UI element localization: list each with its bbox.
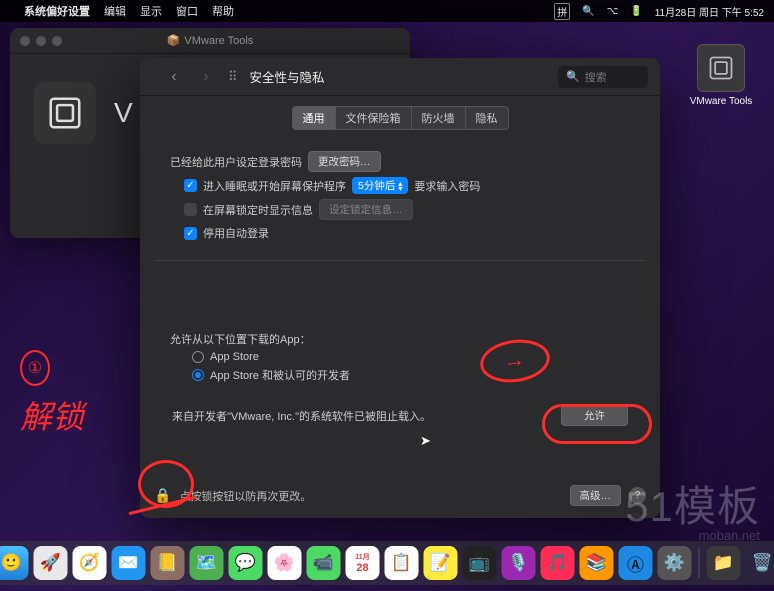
radio-appstore-label: App Store bbox=[210, 351, 259, 363]
dock-music[interactable]: 🎵 bbox=[541, 546, 575, 580]
change-password-button[interactable]: 更改密码… bbox=[308, 151, 381, 172]
watermark: 51模板 moban.net bbox=[625, 473, 760, 543]
dock-safari[interactable]: 🧭 bbox=[73, 546, 107, 580]
dock-books[interactable]: 📚 bbox=[580, 546, 614, 580]
system-preferences-window: ‹ › ⠿ 安全性与隐私 🔍 搜索 通用 文件保险箱 防火墙 隐私 已经给此用户… bbox=[140, 58, 660, 518]
menubar-item[interactable]: 显示 bbox=[140, 3, 162, 19]
annotation-text: 解锁 bbox=[20, 392, 84, 438]
dock-downloads[interactable]: 📁 bbox=[707, 546, 741, 580]
dock-trash[interactable]: 🗑️ bbox=[746, 546, 774, 580]
annotation-unlock: ① 解锁 bbox=[20, 350, 84, 438]
dock-launchpad[interactable]: 🚀 bbox=[34, 546, 68, 580]
tab-privacy[interactable]: 隐私 bbox=[466, 106, 509, 130]
dock-separator bbox=[699, 548, 700, 578]
dock-calendar[interactable]: 11月28 bbox=[346, 546, 380, 580]
advanced-button[interactable]: 高级… bbox=[570, 485, 622, 506]
show-all-button[interactable]: ⠿ bbox=[228, 69, 238, 85]
search-field[interactable]: 🔍 搜索 bbox=[558, 66, 648, 88]
allow-apps-title: 允许从以下位置下载的App： bbox=[170, 331, 630, 347]
tab-firewall[interactable]: 防火墙 bbox=[412, 106, 466, 130]
tab-filevault[interactable]: 文件保险箱 bbox=[336, 106, 412, 130]
set-lock-message-button: 设定锁定信息… bbox=[319, 199, 413, 220]
login-password-section: 已经给此用户设定登录密码 更改密码… ✓ 进入睡眠或开始屏幕保护程序 5分钟后 … bbox=[140, 136, 660, 260]
menubar-item[interactable]: 窗口 bbox=[176, 3, 198, 19]
tab-bar: 通用 文件保险箱 防火墙 隐私 bbox=[140, 96, 660, 136]
require-password-label: 进入睡眠或开始屏幕保护程序 bbox=[203, 178, 346, 194]
disable-autologin-label: 停用自动登录 bbox=[203, 225, 269, 241]
lock-icon[interactable]: 🔒 bbox=[154, 487, 171, 504]
lock-message-label: 在屏幕锁定时显示信息 bbox=[203, 202, 313, 218]
menubar-item[interactable]: 编辑 bbox=[104, 3, 126, 19]
dock-notes[interactable]: 📝 bbox=[424, 546, 458, 580]
desktop-icon-label: VMware Tools bbox=[690, 96, 753, 107]
login-password-label: 已经给此用户设定登录密码 bbox=[170, 154, 302, 170]
control-center-icon[interactable]: ⌥ bbox=[607, 6, 619, 17]
forward-button[interactable]: › bbox=[196, 67, 216, 87]
desktop-icon-vmware-tools[interactable]: VMware Tools bbox=[686, 44, 756, 107]
search-icon: 🔍 bbox=[566, 70, 580, 83]
back-button[interactable]: ‹ bbox=[164, 67, 184, 87]
menubar-item[interactable]: 帮助 bbox=[212, 3, 234, 19]
dock: 🙂 🚀 🧭 ✉️ 📒 🗺️ 💬 🌸 📹 11月28 📋 📝 📺 🎙️ 🎵 📚 Ⓐ… bbox=[0, 541, 774, 585]
radio-identified-label: App Store 和被认可的开发者 bbox=[210, 367, 350, 383]
dock-finder[interactable]: 🙂 bbox=[0, 546, 29, 580]
annotation-number: ① bbox=[20, 350, 50, 386]
sleep-delay-select[interactable]: 5分钟后 ▴▾ bbox=[352, 177, 408, 194]
dock-mail[interactable]: ✉️ bbox=[112, 546, 146, 580]
dock-reminders[interactable]: 📋 bbox=[385, 546, 419, 580]
window-title: VMware Tools bbox=[184, 35, 253, 47]
menubar-datetime[interactable]: 11月28日 周日 下午 5:52 bbox=[655, 4, 764, 19]
spotlight-icon[interactable]: 🔍 bbox=[582, 6, 594, 17]
battery-icon[interactable]: 🔋 bbox=[630, 6, 642, 17]
search-placeholder: 搜索 bbox=[585, 69, 607, 85]
radio-appstore-identified[interactable] bbox=[192, 369, 204, 381]
window-titlebar: 📦VMware Tools bbox=[10, 28, 410, 54]
checkbox-require-password[interactable]: ✓ bbox=[184, 179, 197, 192]
input-method-icon[interactable]: 拼 bbox=[554, 3, 570, 20]
dock-facetime[interactable]: 📹 bbox=[307, 546, 341, 580]
checkbox-disable-autologin[interactable]: ✓ bbox=[184, 227, 197, 240]
prefs-title: 安全性与隐私 bbox=[250, 67, 325, 86]
traffic-lights[interactable] bbox=[20, 36, 62, 46]
dock-messages[interactable]: 💬 bbox=[229, 546, 263, 580]
dock-preferences[interactable]: ⚙️ bbox=[658, 546, 692, 580]
chevron-updown-icon: ▴▾ bbox=[398, 181, 402, 191]
blocked-software-text: 来自开发者"VMware, Inc."的系统软件已被阻止载入。 bbox=[172, 408, 431, 424]
menubar-app-name[interactable]: 系统偏好设置 bbox=[24, 3, 90, 19]
allow-apps-section: 允许从以下位置下载的App： App Store App Store 和被认可的… bbox=[140, 261, 660, 438]
dock-maps[interactable]: 🗺️ bbox=[190, 546, 224, 580]
radio-appstore-only[interactable] bbox=[192, 351, 204, 363]
prefs-titlebar: ‹ › ⠿ 安全性与隐私 🔍 搜索 bbox=[140, 58, 660, 96]
checkbox-lock-message[interactable] bbox=[184, 203, 197, 216]
prefs-footer: 🔒 点按锁按钮以防再次更改。 高级… ? bbox=[140, 475, 660, 518]
allow-button[interactable]: 允许 bbox=[561, 405, 628, 426]
lock-hint-text: 点按锁按钮以防再次更改。 bbox=[179, 488, 311, 504]
vmware-label: V bbox=[114, 97, 133, 129]
dock-tv[interactable]: 📺 bbox=[463, 546, 497, 580]
menubar: 系统偏好设置 编辑 显示 窗口 帮助 拼 🔍 ⌥ 🔋 11月28日 周日 下午 … bbox=[0, 0, 774, 22]
disk-icon bbox=[697, 44, 745, 92]
tab-general[interactable]: 通用 bbox=[292, 106, 336, 130]
dock-contacts[interactable]: 📒 bbox=[151, 546, 185, 580]
cursor-icon: ➤ bbox=[420, 433, 431, 449]
vmware-icon bbox=[34, 82, 96, 144]
dock-photos[interactable]: 🌸 bbox=[268, 546, 302, 580]
dock-appstore[interactable]: Ⓐ bbox=[619, 546, 653, 580]
dock-podcasts[interactable]: 🎙️ bbox=[502, 546, 536, 580]
require-password-after-label: 要求输入密码 bbox=[414, 178, 480, 194]
